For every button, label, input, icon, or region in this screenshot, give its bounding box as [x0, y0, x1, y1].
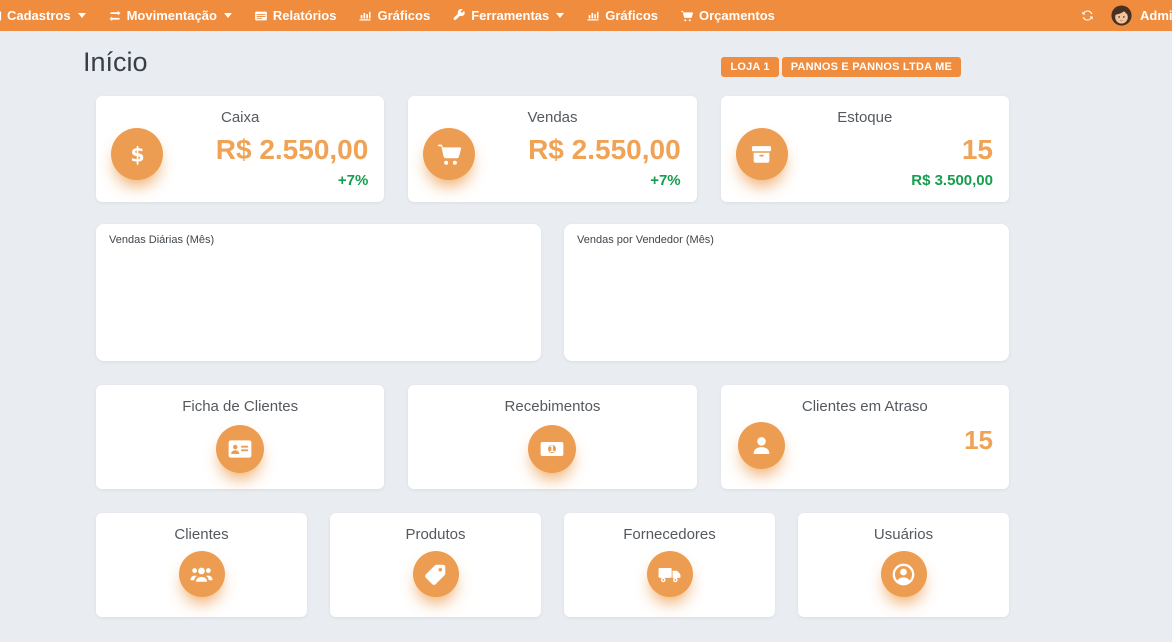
- action-row: Ficha de Clientes Recebimentos 1 Cliente…: [96, 385, 1009, 489]
- nav-item-cadastros[interactable]: Cadastros: [0, 8, 86, 23]
- nav-item-movimentacao[interactable]: Movimentação: [108, 8, 232, 23]
- user-icon: [738, 422, 785, 469]
- stat-card-estoque: Estoque 15 R$ 3.500,00: [721, 96, 1009, 202]
- nav-item-orcamentos[interactable]: Orçamentos: [680, 8, 775, 23]
- action-card-recebimentos[interactable]: Recebimentos 1: [408, 385, 696, 489]
- page-title: Início: [83, 47, 148, 78]
- exchange-icon: [108, 9, 122, 23]
- nav-item-relatorios[interactable]: Relatórios: [254, 8, 337, 23]
- action-card-title: Clientes em Atraso: [721, 385, 1009, 415]
- stat-card-title: Caixa: [96, 96, 384, 126]
- nav-item-graficos-2[interactable]: Gráficos: [586, 8, 658, 23]
- shortcut-card-usuarios[interactable]: Usuários: [798, 513, 1009, 617]
- action-card-title: Recebimentos: [408, 385, 696, 415]
- nav-menu: Cadastros Movimentação Relatórios Gráfic…: [0, 0, 797, 31]
- caret-down-icon: [78, 13, 86, 22]
- store-badge-loja[interactable]: LOJA 1: [721, 57, 778, 77]
- box-icon: [736, 128, 788, 180]
- dollar-sign-icon: $: [111, 128, 163, 180]
- nav-item-ferramentas[interactable]: Ferramentas: [452, 8, 564, 23]
- shortcut-card-clientes[interactable]: Clientes: [96, 513, 307, 617]
- user-circle-icon: [881, 551, 927, 597]
- chart-title: Vendas Diárias (Mês): [109, 234, 214, 246]
- action-card-value: 15: [964, 425, 993, 456]
- users-icon: [179, 551, 225, 597]
- bar-chart-icon: [586, 9, 600, 23]
- stat-card-value: R$ 2.550,00: [528, 134, 681, 166]
- avatar: [1111, 5, 1132, 26]
- caret-down-icon: [556, 13, 564, 22]
- tag-icon: [413, 551, 459, 597]
- svg-text:1: 1: [549, 445, 555, 455]
- nav-item-graficos-1[interactable]: Gráficos: [358, 8, 430, 23]
- money-bill-icon: 1: [528, 425, 576, 473]
- stat-card-trend: +7%: [338, 172, 368, 189]
- shortcut-card-title: Clientes: [96, 513, 307, 543]
- shortcut-card-produtos[interactable]: Produtos: [330, 513, 541, 617]
- chart-panel-vendas-diarias: Vendas Diárias (Mês): [96, 224, 541, 361]
- shopping-cart-icon: [423, 128, 475, 180]
- stat-card-title: Vendas: [408, 96, 696, 126]
- user-menu[interactable]: Administrador: [1111, 5, 1172, 26]
- nav-right: Administrador: [1080, 0, 1172, 31]
- shortcut-card-title: Usuários: [798, 513, 1009, 543]
- shortcut-card-fornecedores[interactable]: Fornecedores: [564, 513, 775, 617]
- stat-card-title: Estoque: [721, 96, 1009, 126]
- action-card-clientes-em-atraso[interactable]: Clientes em Atraso 15: [721, 385, 1009, 489]
- stat-card-caixa: Caixa $ R$ 2.550,00 +7%: [96, 96, 384, 202]
- shortcut-row: Clientes Produtos Fornecedores Usuários: [96, 513, 1009, 617]
- nav-item-label: Ferramentas: [471, 8, 549, 23]
- bar-chart-icon: [358, 9, 372, 23]
- store-badge-company[interactable]: PANNOS E PANNOS LTDA ME: [782, 57, 961, 77]
- refresh-icon[interactable]: [1080, 8, 1095, 23]
- nav-item-label: Cadastros: [7, 8, 71, 23]
- nav-item-label: Gráficos: [377, 8, 430, 23]
- caret-down-icon: [224, 13, 232, 22]
- stat-card-trend: +7%: [650, 172, 680, 189]
- store-badges: LOJA 1 PANNOS E PANNOS LTDA ME: [721, 57, 961, 77]
- stat-card-value: 15: [962, 134, 993, 166]
- chart-title: Vendas por Vendedor (Mês): [577, 234, 714, 246]
- nav-item-label: Relatórios: [273, 8, 337, 23]
- action-card-ficha-de-clientes[interactable]: Ficha de Clientes: [96, 385, 384, 489]
- shortcut-card-title: Produtos: [330, 513, 541, 543]
- action-card-title: Ficha de Clientes: [96, 385, 384, 415]
- stat-card-value: R$ 2.550,00: [216, 134, 369, 166]
- id-card-icon: [216, 425, 264, 473]
- shortcut-card-title: Fornecedores: [564, 513, 775, 543]
- truck-icon: [647, 551, 693, 597]
- chart-panel-vendas-por-vendedor: Vendas por Vendedor (Mês): [564, 224, 1009, 361]
- chart-row: Vendas Diárias (Mês) Vendas por Vendedor…: [96, 224, 1009, 361]
- stat-row: Caixa $ R$ 2.550,00 +7% Vendas R$ 2.550,…: [96, 96, 1009, 202]
- svg-text:$: $: [130, 142, 144, 166]
- report-icon: [254, 9, 268, 23]
- id-card-icon: [0, 9, 2, 23]
- nav-item-label: Movimentação: [127, 8, 217, 23]
- stat-card-amount: R$ 3.500,00: [911, 172, 993, 189]
- user-label: Administrador: [1140, 8, 1172, 23]
- top-navbar: Cadastros Movimentação Relatórios Gráfic…: [0, 0, 1172, 31]
- shopping-cart-icon: [680, 9, 694, 23]
- nav-item-label: Gráficos: [605, 8, 658, 23]
- stat-card-vendas: Vendas R$ 2.550,00 +7%: [408, 96, 696, 202]
- page-header: Início LOJA 1 PANNOS E PANNOS LTDA ME: [96, 31, 1009, 96]
- nav-item-label: Orçamentos: [699, 8, 775, 23]
- wrench-icon: [452, 9, 466, 23]
